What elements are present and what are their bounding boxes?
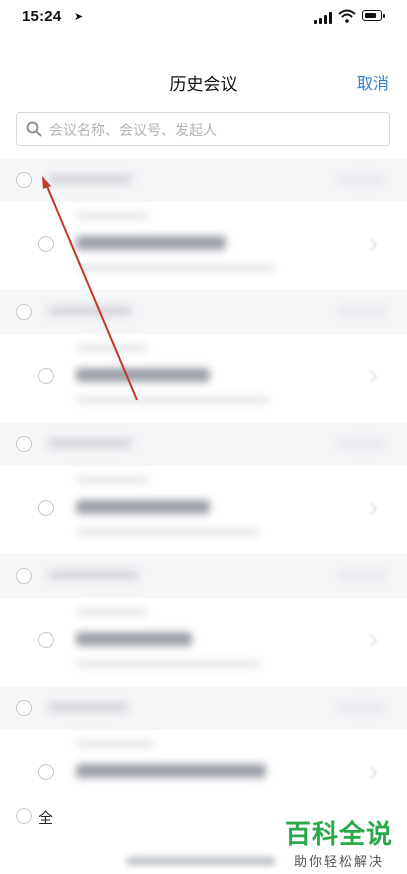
group-header[interactable] xyxy=(0,290,407,334)
meeting-list xyxy=(0,158,407,818)
meeting-item[interactable] xyxy=(0,598,407,686)
group-select-radio[interactable] xyxy=(16,304,32,320)
meeting-group xyxy=(0,290,407,422)
meeting-group xyxy=(0,158,407,290)
group-header[interactable] xyxy=(0,422,407,466)
search-box[interactable] xyxy=(16,112,390,146)
select-all-label: 全 xyxy=(38,810,54,827)
group-select-radio[interactable] xyxy=(16,172,32,188)
group-select-radio[interactable] xyxy=(16,700,32,716)
page-title: 历史会议 xyxy=(169,75,238,94)
nav-bar: 历史会议 取消 xyxy=(0,60,407,100)
search-input[interactable] xyxy=(47,114,381,146)
item-select-radio[interactable] xyxy=(38,500,54,516)
select-all-radio[interactable] xyxy=(16,808,32,824)
location-arrow-icon: ➤ xyxy=(74,11,84,23)
meeting-item[interactable] xyxy=(0,466,407,554)
meeting-group xyxy=(0,422,407,554)
status-bar: 15:24 ➤ xyxy=(0,0,407,36)
meeting-item[interactable] xyxy=(0,202,407,290)
chevron-right-icon xyxy=(364,502,377,515)
item-select-radio[interactable] xyxy=(38,764,54,780)
meeting-group xyxy=(0,686,407,818)
meeting-item[interactable] xyxy=(0,730,407,818)
meeting-item[interactable] xyxy=(0,334,407,422)
chevron-right-icon xyxy=(364,370,377,383)
item-select-radio[interactable] xyxy=(38,368,54,384)
wifi-icon xyxy=(338,9,356,23)
cellular-signal-icon xyxy=(314,12,334,24)
chevron-right-icon xyxy=(364,238,377,251)
watermark-subtitle: 助你轻松解决 xyxy=(293,854,384,869)
group-header[interactable] xyxy=(0,686,407,730)
watermark-logo: 百科全说 助你轻松解决 xyxy=(285,814,393,870)
group-select-radio[interactable] xyxy=(16,568,32,584)
group-select-radio[interactable] xyxy=(16,436,32,452)
chevron-right-icon xyxy=(364,634,377,647)
group-header[interactable] xyxy=(0,554,407,598)
item-select-radio[interactable] xyxy=(38,632,54,648)
item-select-radio[interactable] xyxy=(38,236,54,252)
bottom-action-bar[interactable] xyxy=(126,856,276,866)
status-time: 15:24 xyxy=(22,8,62,25)
cancel-button[interactable]: 取消 xyxy=(357,70,389,94)
search-icon xyxy=(26,121,42,137)
battery-icon xyxy=(362,10,385,21)
watermark-title: 百科全说 xyxy=(284,819,393,849)
group-header[interactable] xyxy=(0,158,407,202)
meeting-group xyxy=(0,554,407,686)
chevron-right-icon xyxy=(364,766,377,779)
